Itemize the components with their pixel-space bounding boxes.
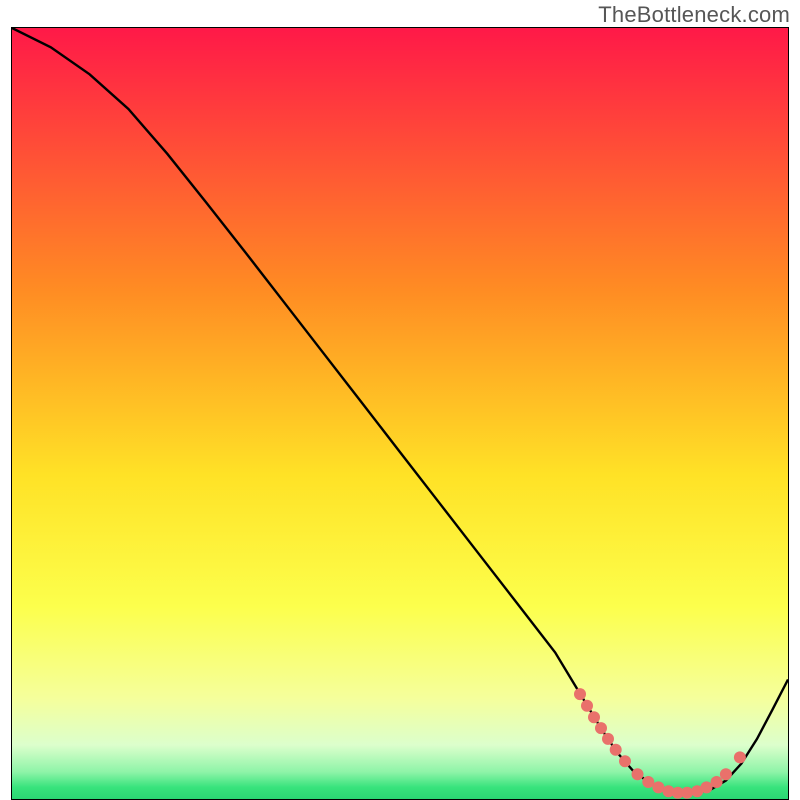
curve-marker (595, 722, 607, 734)
curve-marker (642, 776, 654, 788)
bottleneck-curve (12, 28, 788, 799)
curve-marker (734, 751, 746, 763)
plot-frame (11, 27, 789, 800)
curve-marker (632, 768, 644, 780)
curve-marker (711, 776, 723, 788)
curve-marker (619, 755, 631, 767)
curve-marker (681, 787, 693, 799)
chart-stage: TheBottleneck.com (0, 0, 800, 800)
curve-marker (588, 711, 600, 723)
curve-marker (581, 700, 593, 712)
watermark-text: TheBottleneck.com (598, 2, 790, 28)
curve-marker (602, 733, 614, 745)
curve-marker (701, 781, 713, 793)
curve-marker (574, 688, 586, 700)
curve-marker (610, 744, 622, 756)
curve-marker (720, 768, 732, 780)
curve-path (12, 28, 788, 793)
curve-markers (574, 688, 746, 799)
